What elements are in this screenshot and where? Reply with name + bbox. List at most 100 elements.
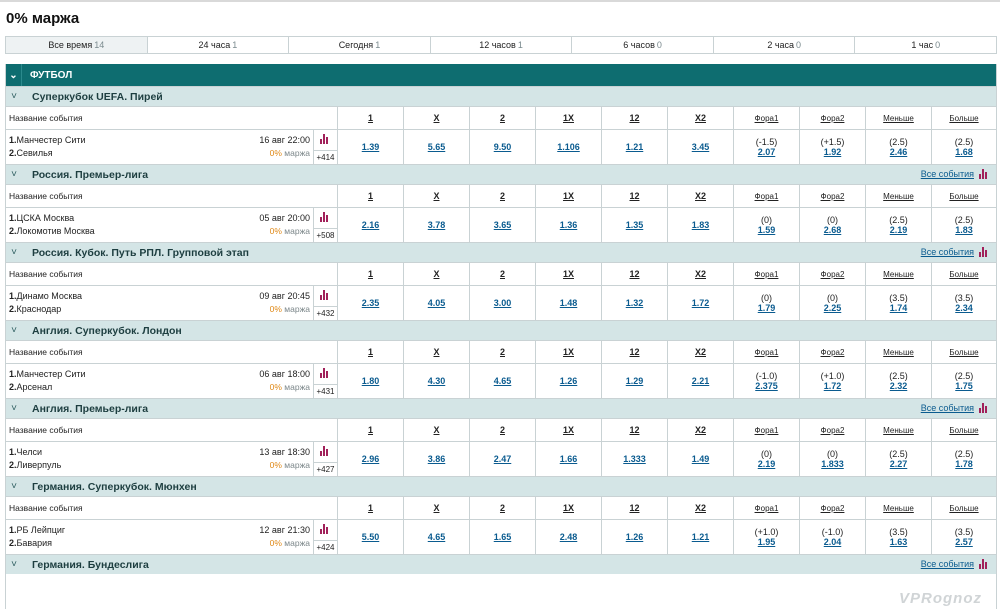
odds-cell-greater[interactable]: (2.5) 1.78: [931, 442, 996, 476]
column-header-c1x[interactable]: 1X: [535, 263, 601, 285]
filter-tab[interactable]: 6 часов 0: [572, 37, 714, 53]
column-header-c1x[interactable]: 1X: [535, 185, 601, 207]
odds-cell[interactable]: 3.65: [469, 208, 535, 242]
chevron-down-icon[interactable]: ˅: [6, 481, 22, 492]
chevron-down-icon[interactable]: ˅: [6, 169, 22, 180]
odds-value[interactable]: 2.32: [890, 381, 908, 391]
column-header-more[interactable]: Больше: [931, 263, 996, 285]
column-header-less[interactable]: Меньше: [865, 107, 931, 129]
column-header-c12[interactable]: 12: [601, 263, 667, 285]
filter-tab[interactable]: Все время 14: [6, 37, 148, 53]
column-header-less[interactable]: Меньше: [865, 341, 931, 363]
odds-cell[interactable]: 1.48: [535, 286, 601, 320]
team-away[interactable]: 2.Бавария: [9, 538, 52, 548]
column-header-c2[interactable]: 2: [469, 341, 535, 363]
event-teams[interactable]: 1.Динамо Москва 2.Краснодар 09 авг 20:45 0%…: [6, 286, 313, 320]
column-header-c1x[interactable]: 1X: [535, 497, 601, 519]
odds-cell[interactable]: 4.05: [403, 286, 469, 320]
odds-value[interactable]: 1.72: [824, 381, 842, 391]
column-header-fora2[interactable]: Фора2: [799, 497, 865, 519]
odds-value[interactable]: 1.79: [758, 303, 776, 313]
column-header-fora1[interactable]: Фора1: [733, 185, 799, 207]
all-events-label[interactable]: Все события: [921, 559, 974, 569]
more-markets-button[interactable]: +432: [314, 306, 337, 320]
odds-cell[interactable]: 2.48: [535, 520, 601, 554]
event-teams[interactable]: 1.ЦСКА Москва 2.Локомотив Москва 05 авг 20…: [6, 208, 313, 242]
column-header-cx2[interactable]: X2: [667, 185, 733, 207]
odds-value[interactable]: 1.68: [955, 147, 973, 157]
odds-value[interactable]: 2.27: [890, 459, 908, 469]
odds-cell-fora2[interactable]: (0) 1.833: [799, 442, 865, 476]
odds-value[interactable]: 2.47: [494, 454, 512, 464]
odds-value[interactable]: 1.65: [494, 532, 512, 542]
all-events-link[interactable]: Все события: [921, 169, 992, 179]
team-away[interactable]: 2.Ливерпуль: [9, 460, 61, 470]
odds-cell[interactable]: 4.65: [469, 364, 535, 398]
column-header-cx[interactable]: X: [403, 263, 469, 285]
column-header-cx2[interactable]: X2: [667, 419, 733, 441]
odds-cell-less[interactable]: (2.5) 2.27: [865, 442, 931, 476]
column-header-c1x[interactable]: 1X: [535, 341, 601, 363]
column-header-c1[interactable]: 1: [337, 107, 403, 129]
stats-icon[interactable]: [320, 446, 328, 456]
column-header-c1[interactable]: 1: [337, 185, 403, 207]
stats-icon[interactable]: [979, 169, 987, 179]
odds-value[interactable]: 2.25: [824, 303, 842, 313]
odds-cell[interactable]: 1.80: [337, 364, 403, 398]
stats-icon[interactable]: [320, 524, 328, 534]
event-teams[interactable]: 1.Манчестер Сити 2.Арсенал 06 авг 18:00 0% …: [6, 364, 313, 398]
odds-value[interactable]: 1.48: [560, 298, 578, 308]
team-home[interactable]: 1.Динамо Москва: [9, 291, 82, 301]
odds-value[interactable]: 2.04: [824, 537, 842, 547]
odds-cell[interactable]: 1.36: [535, 208, 601, 242]
column-header-more[interactable]: Больше: [931, 185, 996, 207]
league-header[interactable]: ˅ Германия. Суперкубок. Мюнхен: [6, 476, 996, 496]
odds-value[interactable]: 3.00: [494, 298, 512, 308]
column-header-c2[interactable]: 2: [469, 497, 535, 519]
column-header-fora1[interactable]: Фора1: [733, 107, 799, 129]
team-away[interactable]: 2.Севилья: [9, 148, 53, 158]
odds-value[interactable]: 1.39: [362, 142, 380, 152]
odds-value[interactable]: 4.30: [428, 376, 446, 386]
column-header-c1[interactable]: 1: [337, 263, 403, 285]
odds-cell[interactable]: 2.21: [667, 364, 733, 398]
odds-cell-fora2[interactable]: (+1.5) 1.92: [799, 130, 865, 164]
odds-cell[interactable]: 1.21: [667, 520, 733, 554]
odds-cell-fora1[interactable]: (0) 1.59: [733, 208, 799, 242]
odds-value[interactable]: 4.65: [428, 532, 446, 542]
column-header-more[interactable]: Больше: [931, 419, 996, 441]
odds-value[interactable]: 3.45: [692, 142, 710, 152]
column-header-c1[interactable]: 1: [337, 497, 403, 519]
more-markets-button[interactable]: +431: [314, 384, 337, 398]
odds-cell[interactable]: 1.39: [337, 130, 403, 164]
chevron-down-icon[interactable]: ˅: [6, 325, 22, 336]
odds-value[interactable]: 2.34: [955, 303, 973, 313]
odds-value[interactable]: 5.50: [362, 532, 380, 542]
more-markets-button[interactable]: +424: [314, 540, 337, 554]
filter-tab[interactable]: 24 часа 1: [147, 37, 290, 53]
odds-cell-less[interactable]: (3.5) 1.74: [865, 286, 931, 320]
column-header-cx2[interactable]: X2: [667, 107, 733, 129]
team-away[interactable]: 2.Краснодар: [9, 304, 61, 314]
column-header-c2[interactable]: 2: [469, 263, 535, 285]
column-header-cx2[interactable]: X2: [667, 497, 733, 519]
column-header-c1x[interactable]: 1X: [535, 107, 601, 129]
column-header-fora2[interactable]: Фора2: [799, 185, 865, 207]
odds-cell-fora1[interactable]: (-1.0) 2.375: [733, 364, 799, 398]
chevron-down-icon[interactable]: ˅: [6, 403, 22, 414]
stats-icon[interactable]: [979, 247, 987, 257]
team-home[interactable]: 1.Челси: [9, 447, 42, 457]
odds-value[interactable]: 3.78: [428, 220, 446, 230]
all-events-label[interactable]: Все события: [921, 247, 974, 257]
odds-cell-greater[interactable]: (2.5) 1.68: [931, 130, 996, 164]
odds-cell[interactable]: 1.26: [535, 364, 601, 398]
odds-cell[interactable]: 4.30: [403, 364, 469, 398]
column-header-c1[interactable]: 1: [337, 419, 403, 441]
odds-cell[interactable]: 1.66: [535, 442, 601, 476]
odds-value[interactable]: 1.21: [692, 532, 710, 542]
column-header-c2[interactable]: 2: [469, 419, 535, 441]
column-header-more[interactable]: Больше: [931, 341, 996, 363]
odds-value[interactable]: 1.78: [955, 459, 973, 469]
odds-cell[interactable]: 1.333: [601, 442, 667, 476]
odds-cell-less[interactable]: (2.5) 2.19: [865, 208, 931, 242]
